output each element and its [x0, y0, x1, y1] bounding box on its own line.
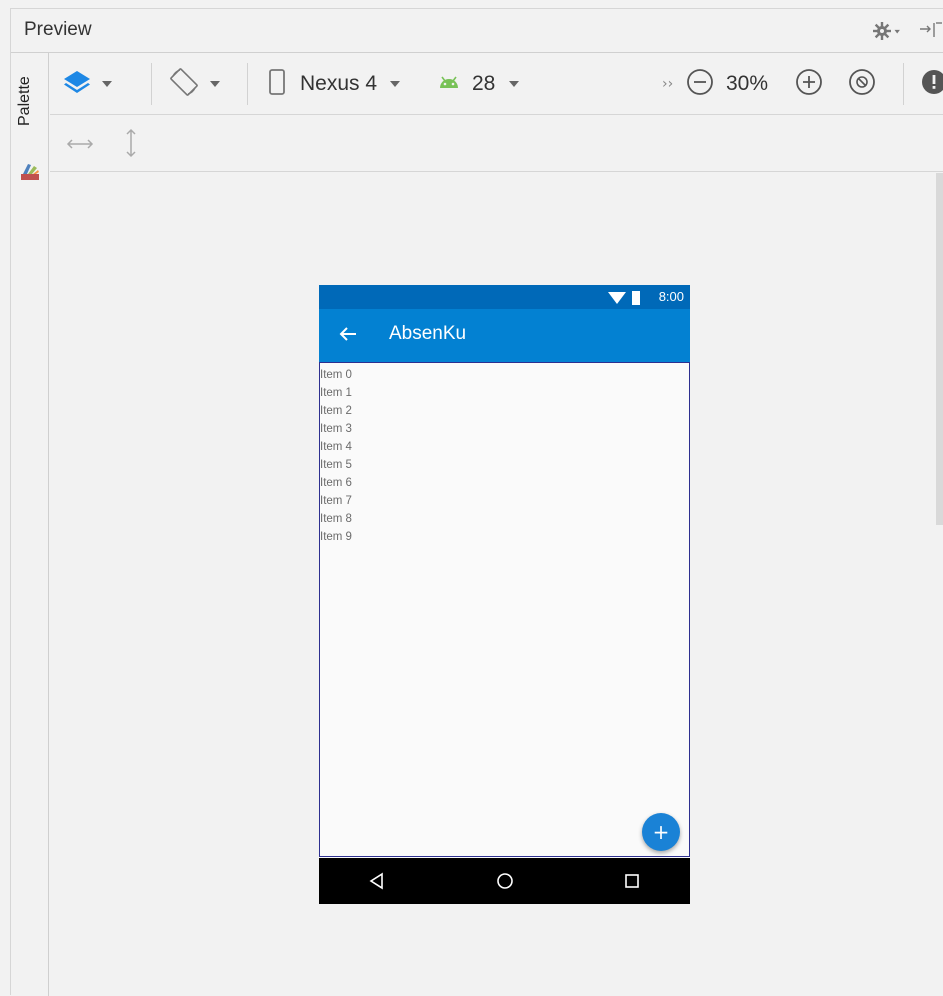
status-bar: 8:00	[319, 285, 690, 309]
warning-icon	[919, 67, 943, 101]
list-item: Item 9	[320, 531, 352, 543]
list-item: Item 5	[320, 459, 352, 471]
preview-window: Preview Palette Nexus 4 28 ›› 30% 8:00 A…	[10, 8, 943, 996]
device-preview[interactable]: 8:00 AbsenKu Item 0 Item 1 Item 2 Item 3 Ite…	[319, 285, 690, 904]
list-item: Item 4	[320, 441, 352, 453]
plus-icon: +	[652, 820, 670, 844]
zoom-out-icon	[685, 67, 715, 101]
toolbar-separator	[247, 63, 248, 105]
nav-home-icon[interactable]	[495, 871, 515, 891]
zoom-level-text: 30%	[726, 72, 769, 95]
nav-back-icon[interactable]	[367, 871, 387, 891]
list-item: Item 0	[320, 369, 352, 381]
zoom-level: 30%	[726, 64, 768, 104]
chevron-down-icon	[509, 81, 520, 87]
resize-toolbar	[50, 116, 943, 172]
status-time: 8:00	[658, 289, 684, 304]
chevron-down-icon	[102, 81, 112, 87]
add-fab-button[interactable]: +	[642, 813, 680, 851]
device-dropdown[interactable]: Nexus 4	[268, 64, 401, 104]
nav-recents-icon[interactable]	[622, 871, 642, 891]
palette-tab[interactable]: Palette	[16, 76, 34, 126]
content-area[interactable]: Item 0 Item 1 Item 2 Item 3 Item 4 Item 5 Item…	[319, 362, 690, 857]
status-icons	[608, 290, 644, 305]
list-item: Item 3	[320, 423, 352, 435]
resize-vertical-icon[interactable]	[119, 126, 143, 164]
vertical-scrollbar[interactable]	[936, 173, 943, 525]
hide-panel-icon[interactable]	[918, 19, 943, 41]
layers-icon	[62, 68, 92, 100]
battery-icon	[632, 291, 640, 305]
gear-icon[interactable]	[872, 20, 902, 42]
list-item: Item 2	[320, 405, 352, 417]
api-level: 28	[472, 72, 496, 95]
navigation-bar	[319, 858, 690, 904]
phone-icon	[268, 68, 286, 100]
list-item: Item 7	[320, 495, 352, 507]
android-icon	[438, 74, 460, 94]
zoom-in-button[interactable]	[794, 64, 824, 104]
overflow-chevron: ››	[662, 76, 674, 92]
app-bar: AbsenKu	[319, 309, 690, 362]
palette-icon[interactable]	[20, 161, 40, 181]
api-level-dropdown[interactable]: 28	[438, 64, 520, 104]
resize-horizontal-icon[interactable]	[64, 132, 96, 160]
list-item: Item 8	[320, 513, 352, 525]
chevron-down-icon	[210, 81, 220, 87]
window-title: Preview	[24, 19, 92, 40]
back-arrow-icon[interactable]	[337, 323, 359, 345]
zoom-out-button[interactable]	[685, 64, 715, 104]
design-surface-dropdown[interactable]	[62, 64, 112, 104]
zoom-in-icon	[794, 67, 824, 101]
design-canvas[interactable]: 8:00 AbsenKu Item 0 Item 1 Item 2 Item 3 Ite…	[50, 173, 943, 996]
toolbar-separator	[151, 63, 152, 105]
toolbar-overflow[interactable]: ››	[662, 64, 673, 104]
preview-toolbar: Nexus 4 28 ›› 30%	[50, 53, 943, 115]
title-bar: Preview	[11, 9, 943, 53]
palette-sidebar: Palette	[11, 53, 49, 996]
zoom-fit-icon	[847, 67, 877, 101]
orientation-dropdown[interactable]	[168, 64, 220, 104]
item-list: Item 0 Item 1 Item 2 Item 3 Item 4 Item 5 Item…	[320, 366, 352, 546]
issues-button[interactable]	[919, 64, 943, 104]
toolbar-separator	[903, 63, 904, 105]
app-title: AbsenKu	[389, 323, 467, 344]
wifi-icon	[608, 292, 626, 304]
zoom-fit-button[interactable]	[847, 64, 877, 104]
chevron-down-icon	[390, 81, 401, 87]
list-item: Item 1	[320, 387, 352, 399]
device-name: Nexus 4	[300, 72, 378, 95]
list-item: Item 6	[320, 477, 352, 489]
rotate-icon	[168, 66, 200, 102]
